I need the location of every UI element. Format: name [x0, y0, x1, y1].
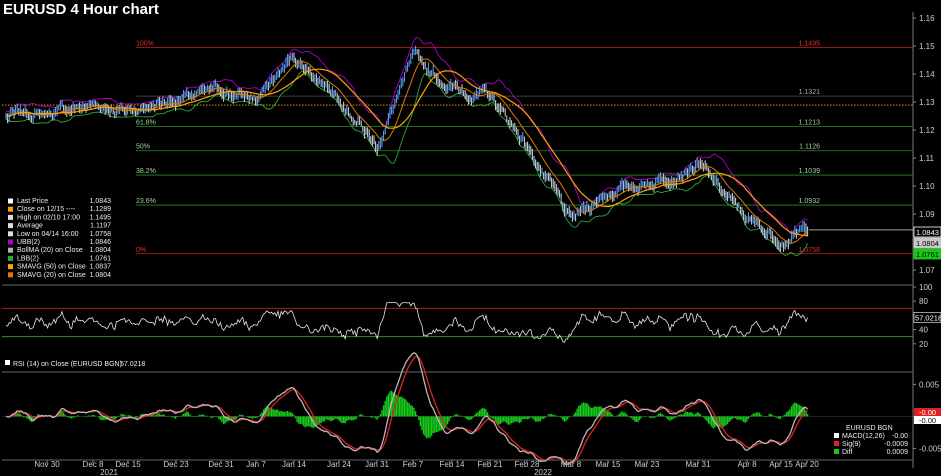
legend-label: Last Price [17, 198, 48, 205]
price-y-tick-label: 1.07 [919, 266, 935, 275]
fib-level-left-label: 0% [136, 247, 146, 254]
price-tags: 1.0843 1.0804 1.0761 [913, 226, 941, 260]
legend-label: BollMA (20) on Close [17, 247, 83, 254]
legend-swatch [8, 223, 13, 229]
rsi-tag-label: 57.0218 [915, 314, 941, 323]
price-y-tick-label: 1.09 [919, 210, 935, 219]
eurusd-chart: EURUSD 4 Hour chart 100% 1.1495 1.1321 61.8… [0, 0, 941, 476]
legend-swatch [8, 206, 13, 212]
macd-tag-label: -0.00 [919, 416, 936, 425]
macd-legend-swatch [834, 441, 839, 446]
price-y-tick-label: 1.14 [919, 70, 935, 79]
x-tick-label: Feb 7 [403, 460, 424, 469]
legend-label: Average [17, 223, 43, 230]
fib-level-right-label: 1.1321 [799, 89, 821, 96]
price-tag-label: 1.0843 [916, 228, 939, 237]
x-tick-label: Dec 31 [208, 460, 234, 469]
price-legend: Last Price 1.0843 Close on 12/15 ---- 1.128… [4, 196, 114, 282]
legend-swatch [8, 239, 13, 245]
x-tick-label: Mar 31 [686, 460, 711, 469]
price-y-tick-label: 1.15 [919, 42, 935, 51]
legend-swatch [8, 214, 13, 220]
legend-value: 1.0758 [90, 231, 112, 238]
x-year-label: 2022 [534, 468, 552, 476]
price-y-tick-label: 1.12 [919, 126, 935, 135]
legend-label: Close on 12/15 ---- [17, 206, 76, 213]
legend-label: LBB(2) [17, 255, 39, 262]
macd-y-tick-label: 0.005 [919, 380, 940, 389]
fib-level-left-label: 50% [136, 144, 150, 151]
rsi-legend-value: 57.0218 [120, 361, 145, 368]
x-tick-label: Mar 23 [635, 460, 660, 469]
x-tick-label: Mar 8 [561, 460, 582, 469]
legend-value: 1.0837 [90, 264, 112, 271]
rsi-y-tick-label: 100 [919, 283, 933, 292]
legend-label: UBB(2) [17, 239, 40, 246]
x-tick-label: Dec 15 [115, 460, 141, 469]
macd-legend-value: 0.0009 [887, 449, 909, 456]
fib-level-right-label: 1.1126 [799, 144, 820, 151]
x-tick-label: Jan 31 [365, 460, 390, 469]
x-tick-label: Apr 15 [769, 460, 793, 469]
legend-label: SMAVG (20) on Close [17, 272, 86, 279]
chart-title: EURUSD 4 Hour chart [3, 1, 159, 18]
legend-swatch [8, 231, 13, 237]
x-tick-label: Mar 15 [596, 460, 621, 469]
legend-swatch [8, 198, 13, 204]
rsi-y-tick-label: 20 [919, 340, 928, 349]
legend-value: 1.1495 [90, 214, 112, 221]
price-y-tick-label: 1.13 [919, 98, 935, 107]
x-tick-label: Apr 20 [795, 460, 819, 469]
legend-label: SMAVG (50) on Close [17, 264, 86, 271]
fib-level-left-label: 38.2% [136, 168, 156, 175]
x-tick-label: Nov 30 [34, 460, 60, 469]
rsi-y-tick-label: 80 [919, 297, 928, 306]
macd-legend-swatch [834, 449, 839, 454]
fib-level-right-label: 1.1039 [799, 168, 821, 175]
legend-swatch [8, 255, 13, 261]
rsi-legend-label: RSI (14) on Close (EURUSD BGN) [13, 361, 122, 368]
price-y-tick-label: 1.11 [919, 154, 935, 163]
x-year-label: 2021 [100, 468, 118, 476]
macd-legend-label: Diff [842, 449, 852, 456]
x-tick-label: Jan 24 [327, 460, 352, 469]
fib-level-right-label: 1.0932 [799, 198, 821, 205]
macd-legend-label: Sig(9) [842, 441, 861, 448]
legend-swatch [8, 264, 13, 270]
legend-label: High on 02/10 17:00 [17, 214, 80, 221]
legend-value: 1.0843 [90, 198, 112, 205]
x-tick-label: Apr 8 [737, 460, 757, 469]
legend-value: 1.0761 [90, 255, 112, 262]
legend-value: 1.1289 [90, 206, 112, 213]
fib-level-left-label: 23.6% [136, 198, 156, 205]
fib-level-right-label: 1.1495 [799, 40, 821, 47]
x-tick-label: Jan 14 [282, 460, 307, 469]
x-tick-label: Feb 21 [478, 460, 503, 469]
fib-level-left-label: 100% [136, 40, 154, 47]
legend-value: 1.1197 [90, 223, 111, 230]
macd-legend-title: EURUSD BGN [846, 425, 893, 432]
x-tick-label: Jan 7 [246, 460, 266, 469]
macd-legend-value: -0.0009 [884, 441, 908, 448]
macd-legend-label: MACD(12,26) [842, 433, 885, 440]
rsi-y-tick-label: 40 [919, 326, 928, 335]
macd-y-tick-label: -0.005 [919, 444, 941, 453]
price-tag-label: 1.0804 [916, 239, 939, 248]
price-y-tick-label: 1.16 [919, 14, 935, 23]
x-tick-label: Dec 23 [163, 460, 189, 469]
fib-level-right-label: 1.1213 [799, 119, 821, 126]
legend-swatch [8, 272, 13, 278]
legend-value: 1.0804 [90, 247, 112, 254]
x-tick-label: Feb 14 [440, 460, 465, 469]
price-y-tick-label: 1.10 [919, 182, 935, 191]
legend-swatch [8, 247, 13, 253]
legend-value: 1.0804 [90, 272, 112, 279]
legend-label: Low on 04/14 16:00 [17, 231, 79, 238]
rsi-legend-swatch [5, 360, 10, 365]
macd-legend-value: -0.00 [892, 433, 908, 440]
macd-legend-swatch [834, 433, 839, 438]
fib-level-left-label: 61.8% [136, 119, 156, 126]
price-tag-label: 1.0761 [916, 250, 939, 259]
legend-value: 1.0846 [90, 239, 112, 246]
